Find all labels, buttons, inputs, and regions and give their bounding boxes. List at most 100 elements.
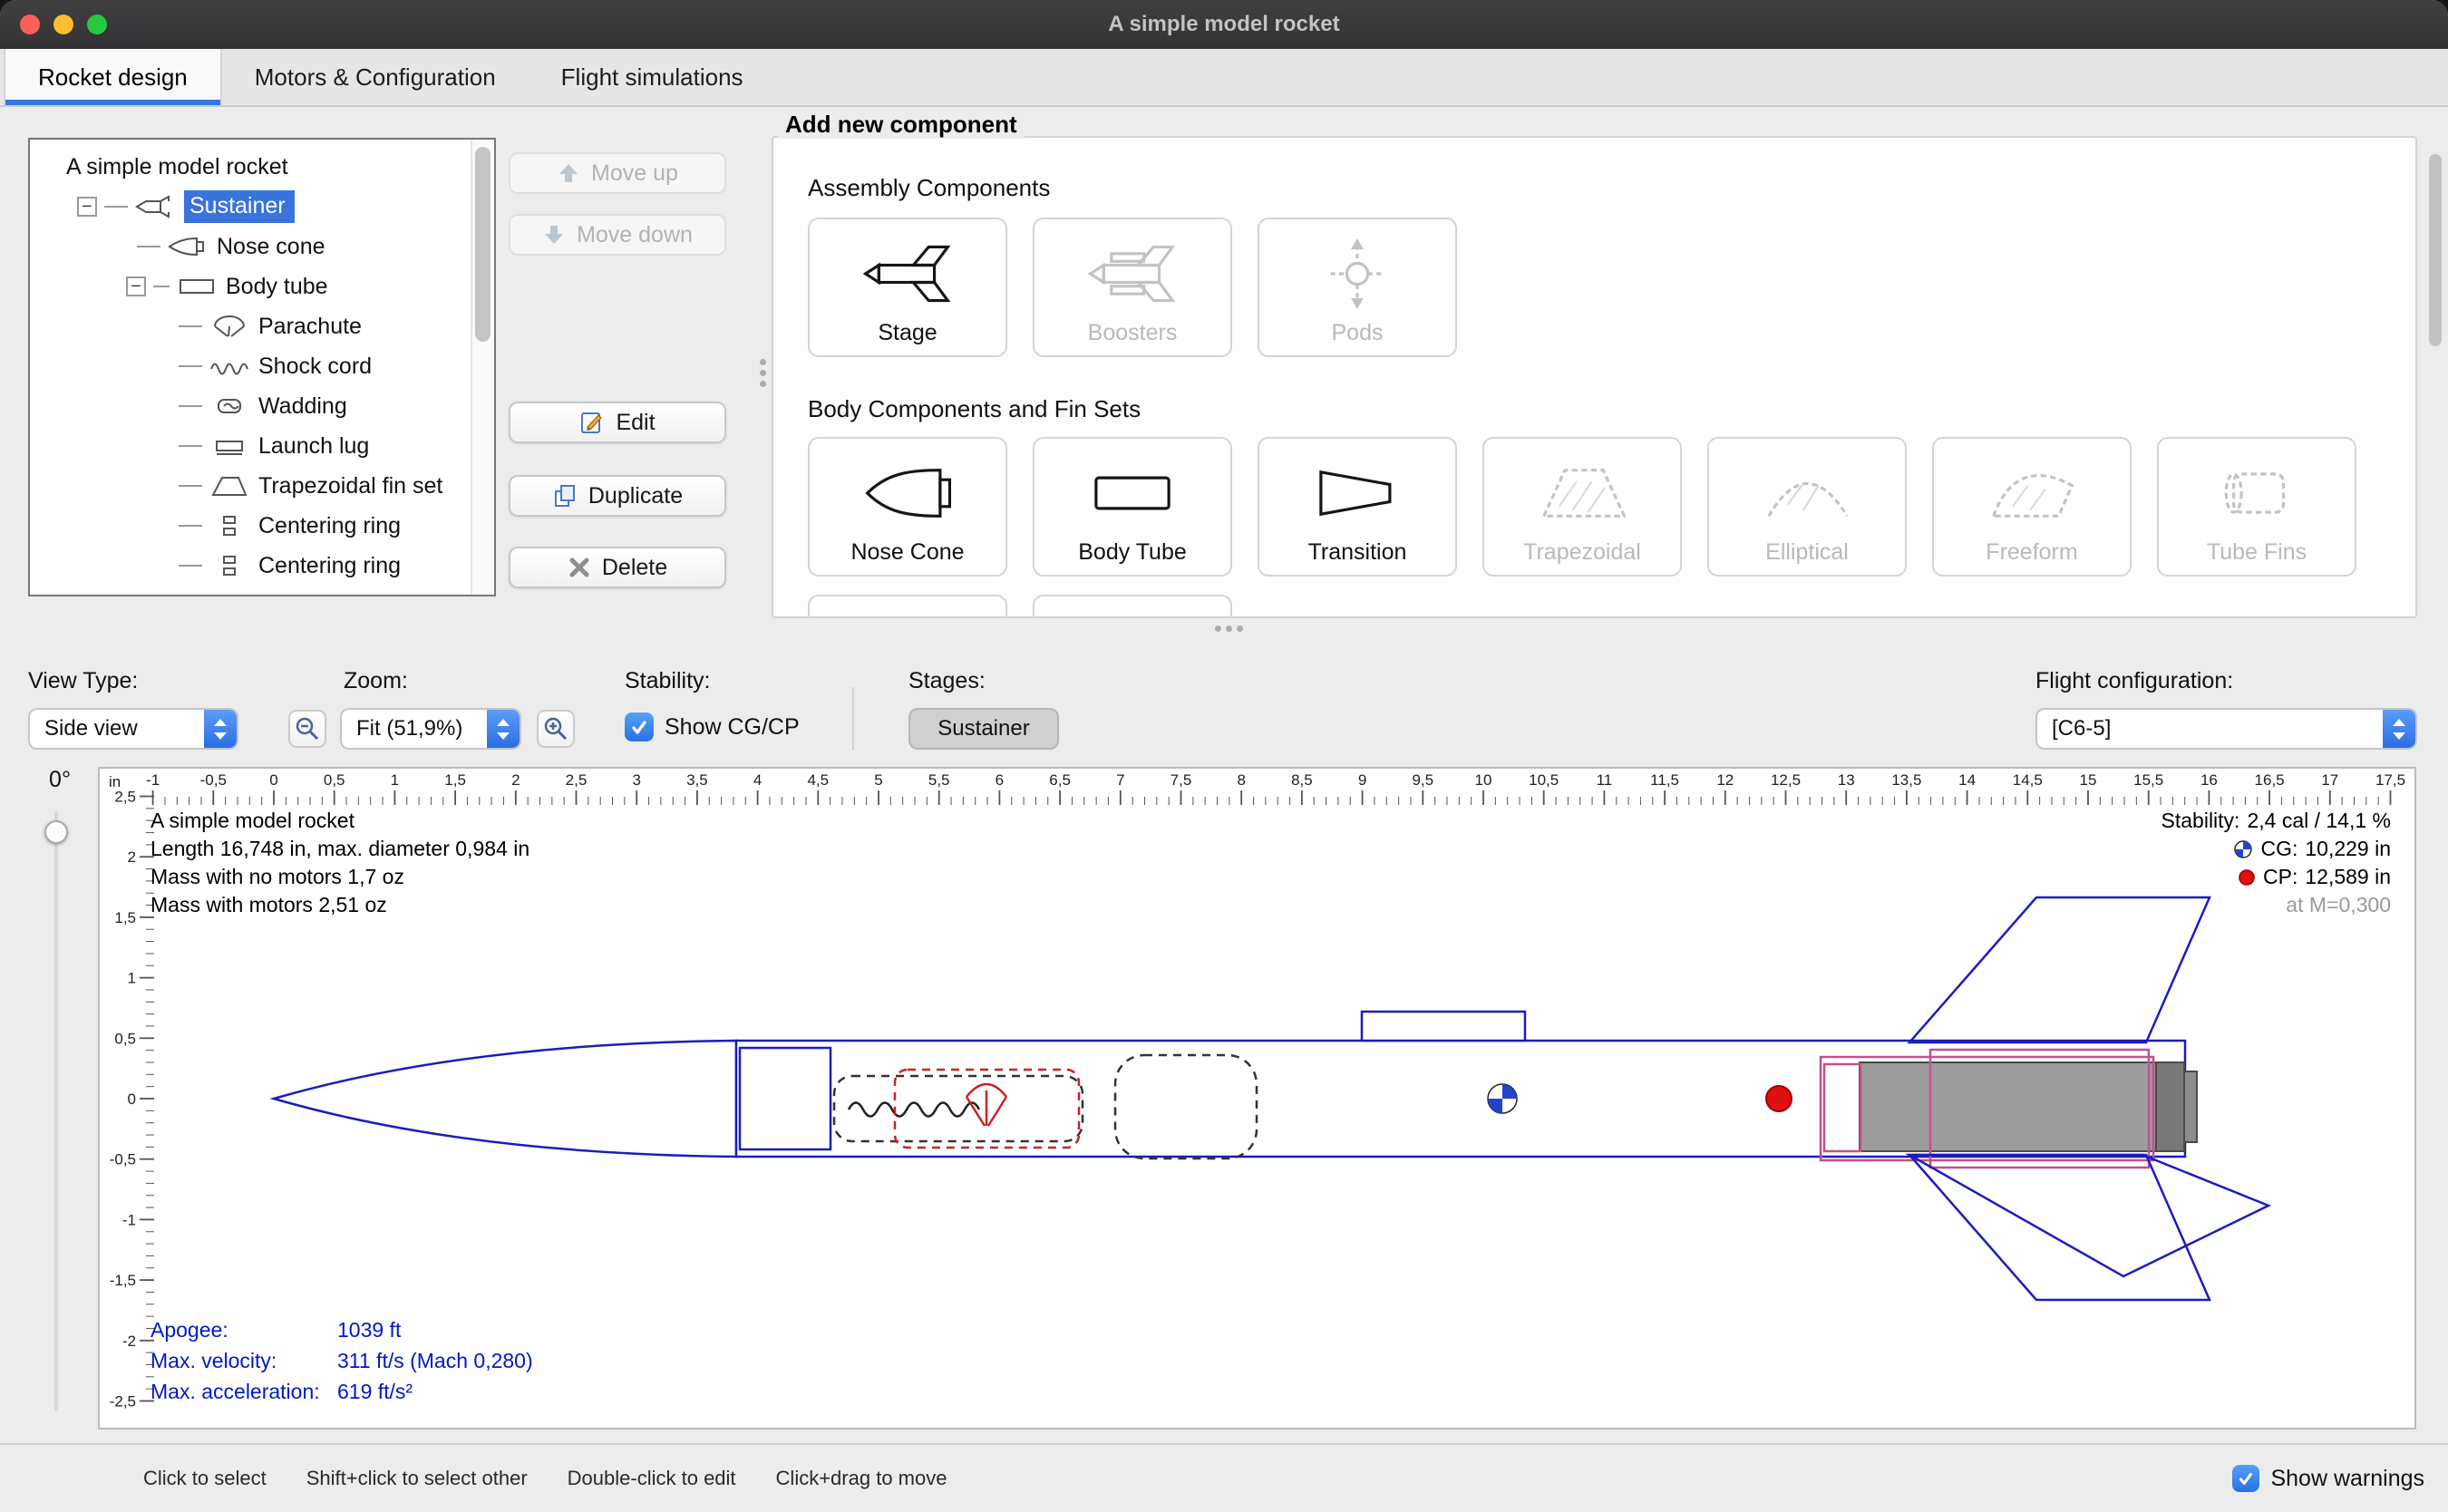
add-component-panel: Assembly Components Stage Boosters Pods (772, 136, 2417, 618)
collapse-toggle-icon[interactable]: − (126, 276, 146, 296)
zoom-out-button[interactable] (288, 710, 326, 748)
svg-text:0: 0 (128, 1090, 136, 1108)
max-acceleration-label: Max. acceleration: (151, 1378, 337, 1405)
svg-text:9,5: 9,5 (1412, 771, 1433, 789)
svg-text:-2,5: -2,5 (110, 1393, 136, 1410)
rocket-canvas[interactable]: in -1-0,500,511,522,533,544,555,566,577,… (98, 767, 2416, 1430)
dropdown-stepper-icon (2383, 710, 2415, 748)
svg-text:16: 16 (2200, 771, 2218, 789)
svg-text:1: 1 (391, 771, 399, 789)
panel-scrollbar[interactable] (2426, 116, 2444, 629)
hint-shift-click: Shift+click to select other (306, 1467, 528, 1490)
tree-row-trapezoidal-fin-set[interactable]: Trapezoidal fin set (30, 466, 494, 506)
svg-text:14: 14 (1958, 771, 1976, 789)
tree-row-nose-cone[interactable]: Nose cone (30, 227, 494, 267)
launch-lug-icon (209, 434, 249, 458)
zoom-window-button[interactable] (87, 15, 107, 34)
arrow-up-icon (557, 161, 580, 185)
zoom-dropdown[interactable]: Fit (51,9%) (340, 708, 521, 750)
add-elliptical-fin-button: Elliptical (1707, 437, 1907, 577)
svg-text:8,5: 8,5 (1291, 771, 1313, 789)
svg-text:10,5: 10,5 (1529, 771, 1559, 789)
add-transition-button[interactable]: Transition (1258, 437, 1457, 577)
stability-text-label: Stability: (2161, 807, 2240, 835)
shock-cord-icon (209, 354, 249, 378)
add-nose-cone-button[interactable]: Nose Cone (808, 437, 1007, 577)
launch-lug-shape[interactable] (1362, 1012, 1525, 1041)
tree-row-partial[interactable] (30, 586, 494, 596)
component-card-partial[interactable] (808, 595, 1007, 618)
edit-button[interactable]: Edit (509, 402, 726, 443)
tree-scrollbar[interactable] (471, 140, 494, 595)
svg-text:8: 8 (1237, 771, 1245, 789)
tree-scrollbar-thumb[interactable] (475, 147, 491, 342)
close-window-button[interactable] (20, 15, 40, 34)
svg-text:13: 13 (1838, 771, 1855, 789)
main-tabbar: Rocket design Motors & Configuration Fli… (0, 49, 2448, 107)
motor-shape[interactable] (1860, 1062, 2197, 1151)
move-down-button: Move down (509, 214, 726, 256)
minimize-window-button[interactable] (53, 15, 73, 34)
transition-label: Transition (1308, 539, 1407, 566)
cg-text-value: 10,229 in (2305, 835, 2391, 863)
max-acceleration-value: 619 ft/s² (337, 1378, 533, 1405)
rocket-info-block: A simple model rocket Length 16,748 in, … (151, 807, 529, 919)
move-up-label: Move up (591, 160, 678, 187)
tree-row-root[interactable]: A simple model rocket (30, 147, 494, 187)
cg-row: CG: 10,229 in (2161, 835, 2391, 863)
horizontal-splitter-handle[interactable] (1215, 625, 1221, 632)
tree-row-centering-ring-1[interactable]: Centering ring (30, 506, 494, 546)
apogee-value: 1039 ft (337, 1316, 533, 1343)
tab-flight-simulations[interactable]: Flight simulations (529, 49, 776, 105)
tree-row-parachute[interactable]: Parachute (30, 306, 494, 346)
svg-text:-0,5: -0,5 (110, 1151, 136, 1168)
vertical-splitter-handle[interactable] (760, 359, 766, 365)
svg-text:3: 3 (632, 771, 640, 789)
move-down-label: Move down (577, 222, 693, 248)
transition-icon (1307, 446, 1407, 539)
flight-configuration-dropdown[interactable]: [C6-5] (2035, 708, 2417, 750)
dropdown-stepper-icon (204, 710, 237, 748)
trapezoidal-label: Trapezoidal (1523, 539, 1641, 566)
component-card-partial[interactable] (1033, 595, 1232, 618)
tree-row-sustainer[interactable]: − Sustainer (30, 187, 494, 227)
status-bar: Click to select Shift+click to select ot… (0, 1443, 2448, 1512)
svg-text:3,5: 3,5 (686, 771, 708, 789)
duplicate-button[interactable]: Duplicate (509, 475, 726, 517)
parachute-icon (209, 315, 249, 338)
tree-row-centering-ring-2[interactable]: Centering ring (30, 546, 494, 586)
zoom-in-button[interactable] (537, 710, 575, 748)
stage-sustainer-toggle[interactable]: Sustainer (908, 708, 1059, 750)
boosters-label: Boosters (1088, 320, 1178, 346)
tab-motors-configuration[interactable]: Motors & Configuration (222, 49, 529, 105)
delete-button[interactable]: Delete (509, 547, 726, 588)
tab-rocket-design[interactable]: Rocket design (4, 49, 222, 105)
body-tube-label: Body Tube (1078, 539, 1187, 566)
rotation-slider-knob[interactable] (44, 820, 68, 844)
svg-text:1,5: 1,5 (114, 909, 136, 926)
tree-row-launch-lug[interactable]: Launch lug (30, 426, 494, 466)
rotation-angle-label: 0° (34, 767, 85, 793)
delete-label: Delete (602, 555, 667, 581)
tree-item-label: Trapezoidal fin set (258, 473, 442, 499)
window-title: A simple model rocket (1108, 12, 1339, 37)
nose-cone-shape[interactable] (274, 1041, 736, 1157)
magnifier-plus-icon (542, 715, 569, 742)
show-warnings-checkbox[interactable]: Show warnings (2232, 1465, 2424, 1492)
svg-text:14,5: 14,5 (2013, 771, 2043, 789)
add-body-tube-button[interactable]: Body Tube (1033, 437, 1232, 577)
rocket-name-text: A simple model rocket (151, 807, 529, 835)
add-stage-button[interactable]: Stage (808, 218, 1007, 357)
collapse-toggle-icon[interactable]: − (77, 197, 97, 217)
tree-root-label: A simple model rocket (66, 154, 288, 180)
show-cgcp-checkbox[interactable]: Show CG/CP (625, 712, 800, 741)
panel-scrollbar-thumb[interactable] (2429, 154, 2442, 346)
add-trapezoidal-fin-button: Trapezoidal (1482, 437, 1682, 577)
svg-text:12: 12 (1716, 771, 1734, 789)
tree-row-wadding[interactable]: Wadding (30, 386, 494, 426)
tree-row-body-tube[interactable]: − Body tube (30, 267, 494, 306)
rotation-slider-track[interactable] (54, 811, 58, 1411)
view-type-dropdown[interactable]: Side view (28, 708, 238, 750)
tree-row-shock-cord[interactable]: Shock cord (30, 346, 494, 386)
add-boosters-button: Boosters (1033, 218, 1232, 357)
